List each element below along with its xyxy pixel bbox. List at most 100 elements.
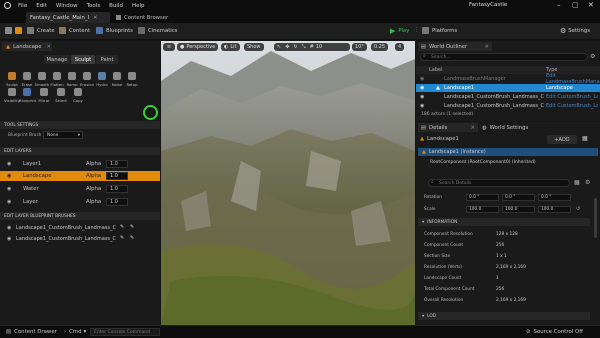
tab-content-browser[interactable]: Content Browser — [112, 12, 172, 23]
cmd-button[interactable]: › Cmd ▾ — [64, 329, 86, 335]
viewport-menu-icon[interactable]: ≡ — [163, 43, 175, 51]
grid-view-icon[interactable]: ▦ — [574, 179, 580, 186]
eye-icon[interactable]: ◉ — [7, 173, 11, 179]
alpha-field[interactable]: 1.0 — [106, 172, 128, 180]
angle-snap-button[interactable]: 10° — [352, 43, 367, 51]
tool-erase[interactable]: Erase — [19, 72, 35, 87]
tool-hydro[interactable]: Hydro — [94, 72, 110, 87]
outliner-row-selected[interactable]: ◉ ▲ Landscape1 Landscape — [416, 84, 600, 92]
camera-speed-button[interactable]: 4 — [395, 43, 405, 51]
play-button[interactable]: ▶ Play — [390, 27, 409, 35]
reset-icon[interactable]: ↺ — [576, 206, 580, 212]
eye-icon[interactable]: ◉ — [7, 199, 11, 205]
rotation-z-field[interactable]: 0.0 ° — [538, 194, 571, 201]
brush-options-icon[interactable]: ✎ — [130, 224, 134, 230]
blueprint-icon[interactable]: ▦ — [582, 135, 588, 142]
platforms-button[interactable]: Platforms — [422, 27, 457, 34]
gear-icon[interactable]: ⚙ — [585, 179, 590, 186]
level-viewport[interactable]: ≡ ● Perspective ◐ Lit Show ↖ ✥ ↻ ⤡ #10 10°… — [161, 41, 415, 325]
content-button[interactable]: Content — [59, 27, 90, 34]
tool-mirror[interactable]: Mirror — [36, 88, 52, 103]
content-drawer-button[interactable]: ▤ Content Drawer — [6, 329, 57, 335]
brush-edit-icon[interactable]: ✎ — [120, 235, 124, 241]
brush-options-icon[interactable]: ✎ — [130, 235, 134, 241]
eye-icon[interactable]: ◉ — [7, 225, 11, 231]
root-component-row[interactable]: RootComponent (RootComponent0) (Inherite… — [430, 160, 536, 165]
add-component-button[interactable]: +ADD — [547, 135, 577, 144]
rotation-y-field[interactable]: 0.0 ° — [502, 194, 535, 201]
tool-retop[interactable]: Retop — [124, 72, 140, 87]
close-tab-icon[interactable]: ✕ — [485, 44, 489, 50]
lit-button[interactable]: ◐ Lit — [221, 43, 240, 51]
source-control-button[interactable]: ⊘ Source Control Off — [526, 329, 583, 335]
tool-noise[interactable]: Noise — [109, 72, 125, 87]
bp-brushes-header[interactable]: EDIT LAYER BLUEPRINT BRUSHES — [0, 212, 160, 220]
mode-manage-button[interactable]: Manage — [44, 55, 70, 64]
show-button[interactable]: Show — [244, 43, 264, 51]
brush-select[interactable]: None ▾ — [43, 131, 83, 139]
tool-blueprint[interactable]: Blueprint — [19, 88, 36, 103]
menu-tools[interactable]: Tools — [87, 3, 101, 9]
tool-erosion[interactable]: Erosion — [79, 72, 95, 87]
play-options-icon[interactable]: ⋮ — [414, 27, 419, 33]
tool-flatten[interactable]: Flatten — [49, 72, 65, 87]
tool-smooth[interactable]: Smooth — [34, 72, 50, 87]
unreal-logo-icon[interactable] — [4, 2, 11, 9]
world-outliner-tab[interactable]: ▤ World Outliner ✕ — [418, 42, 492, 51]
scale-snap-button[interactable]: 0.25 — [371, 43, 389, 51]
col-label[interactable]: Label — [429, 67, 443, 73]
details-scrollbar[interactable] — [594, 198, 597, 238]
maximize-icon[interactable]: ▢ — [572, 1, 579, 9]
outliner-row[interactable]: ◉ Landscape1_CustomBrush_Landmass_C Edit… — [416, 102, 600, 110]
layer-row-landscape[interactable]: ◉ Landscape Alpha 1.0 — [0, 171, 160, 181]
brush-edit-icon[interactable]: ✎ — [120, 224, 124, 230]
eye-icon[interactable]: ◉ — [7, 161, 11, 167]
close-tab-icon[interactable]: ✕ — [93, 15, 97, 21]
blueprints-button[interactable]: Blueprints — [96, 27, 133, 34]
layer-row-layer1[interactable]: ◉ Layer1 Alpha 1.0 — [0, 159, 160, 169]
scale-z-field[interactable]: 100.0 — [538, 206, 571, 213]
tab-map[interactable]: Fantasy_Castle_Main_I ✕ — [26, 12, 110, 23]
rotation-x-field[interactable]: 0.0 ° — [466, 194, 499, 201]
edit-layers-header[interactable]: EDIT LAYERS — [0, 147, 160, 155]
scale-x-field[interactable]: 100.0 — [466, 206, 499, 213]
tool-settings-header[interactable]: TOOL SETTINGS — [0, 121, 160, 129]
lod-header[interactable]: ▾ LOD — [418, 312, 590, 320]
alpha-field[interactable]: 1.0 — [106, 160, 128, 168]
landscape-panel-tab[interactable]: ▲ Landscape ✕ — [2, 42, 52, 51]
mode-select-icon[interactable] — [15, 27, 25, 34]
settings-button[interactable]: ⚙ Settings — [560, 27, 590, 35]
alpha-field[interactable]: 1.0 — [106, 185, 128, 193]
details-tab[interactable]: ▤ Details ✕ — [418, 123, 478, 132]
mode-sculpt-button[interactable]: Sculpt — [71, 55, 95, 64]
close-tab-icon[interactable]: ✕ — [471, 125, 475, 131]
bp-brush-row[interactable]: ◉ Landscape1_CustomBrush_Landmass_C ✎ ✎ — [0, 234, 160, 244]
create-button[interactable]: Create — [27, 27, 55, 34]
save-icon[interactable] — [5, 27, 15, 34]
world-settings-tab[interactable]: ◍ World Settings — [482, 123, 528, 132]
menu-build[interactable]: Build — [109, 3, 123, 9]
bp-brush-row[interactable]: ◉ Landscape1_CustomBrush_Landmass_C ✎ ✎ — [0, 223, 160, 233]
tool-ramp[interactable]: Ramp — [64, 72, 80, 87]
tool-visibility[interactable]: Visibility — [4, 88, 20, 103]
menu-window[interactable]: Window — [56, 3, 78, 9]
perspective-button[interactable]: ● Perspective — [177, 43, 219, 51]
menu-help[interactable]: Help — [132, 3, 145, 9]
alpha-field[interactable]: 1.0 — [106, 198, 128, 206]
cinematics-button[interactable]: Cinematics — [138, 27, 177, 34]
scale-y-field[interactable]: 100.0 — [502, 206, 535, 213]
outliner-search-input[interactable]: Search... — [420, 53, 588, 61]
menu-edit[interactable]: Edit — [36, 3, 47, 9]
close-icon[interactable]: ✕ — [588, 1, 594, 9]
eye-icon[interactable]: ◉ — [7, 186, 11, 192]
menu-file[interactable]: File — [18, 3, 27, 9]
console-input[interactable]: Enter Console Command — [90, 328, 160, 336]
gear-icon[interactable]: ⚙ — [590, 53, 595, 60]
outliner-row[interactable]: ◉ Landscape1_CustomBrush_Landmass_C Edit… — [416, 93, 600, 101]
tool-copy[interactable]: Copy — [70, 88, 86, 103]
minimize-icon[interactable]: – — [557, 1, 561, 9]
layer-row-layer[interactable]: ◉ Layer Alpha 1.0 — [0, 197, 160, 207]
tool-select[interactable]: Select — [53, 88, 69, 103]
eye-icon[interactable]: ◉ — [7, 236, 11, 242]
layer-row-water[interactable]: ◉ Water Alpha 1.0 — [0, 184, 160, 194]
